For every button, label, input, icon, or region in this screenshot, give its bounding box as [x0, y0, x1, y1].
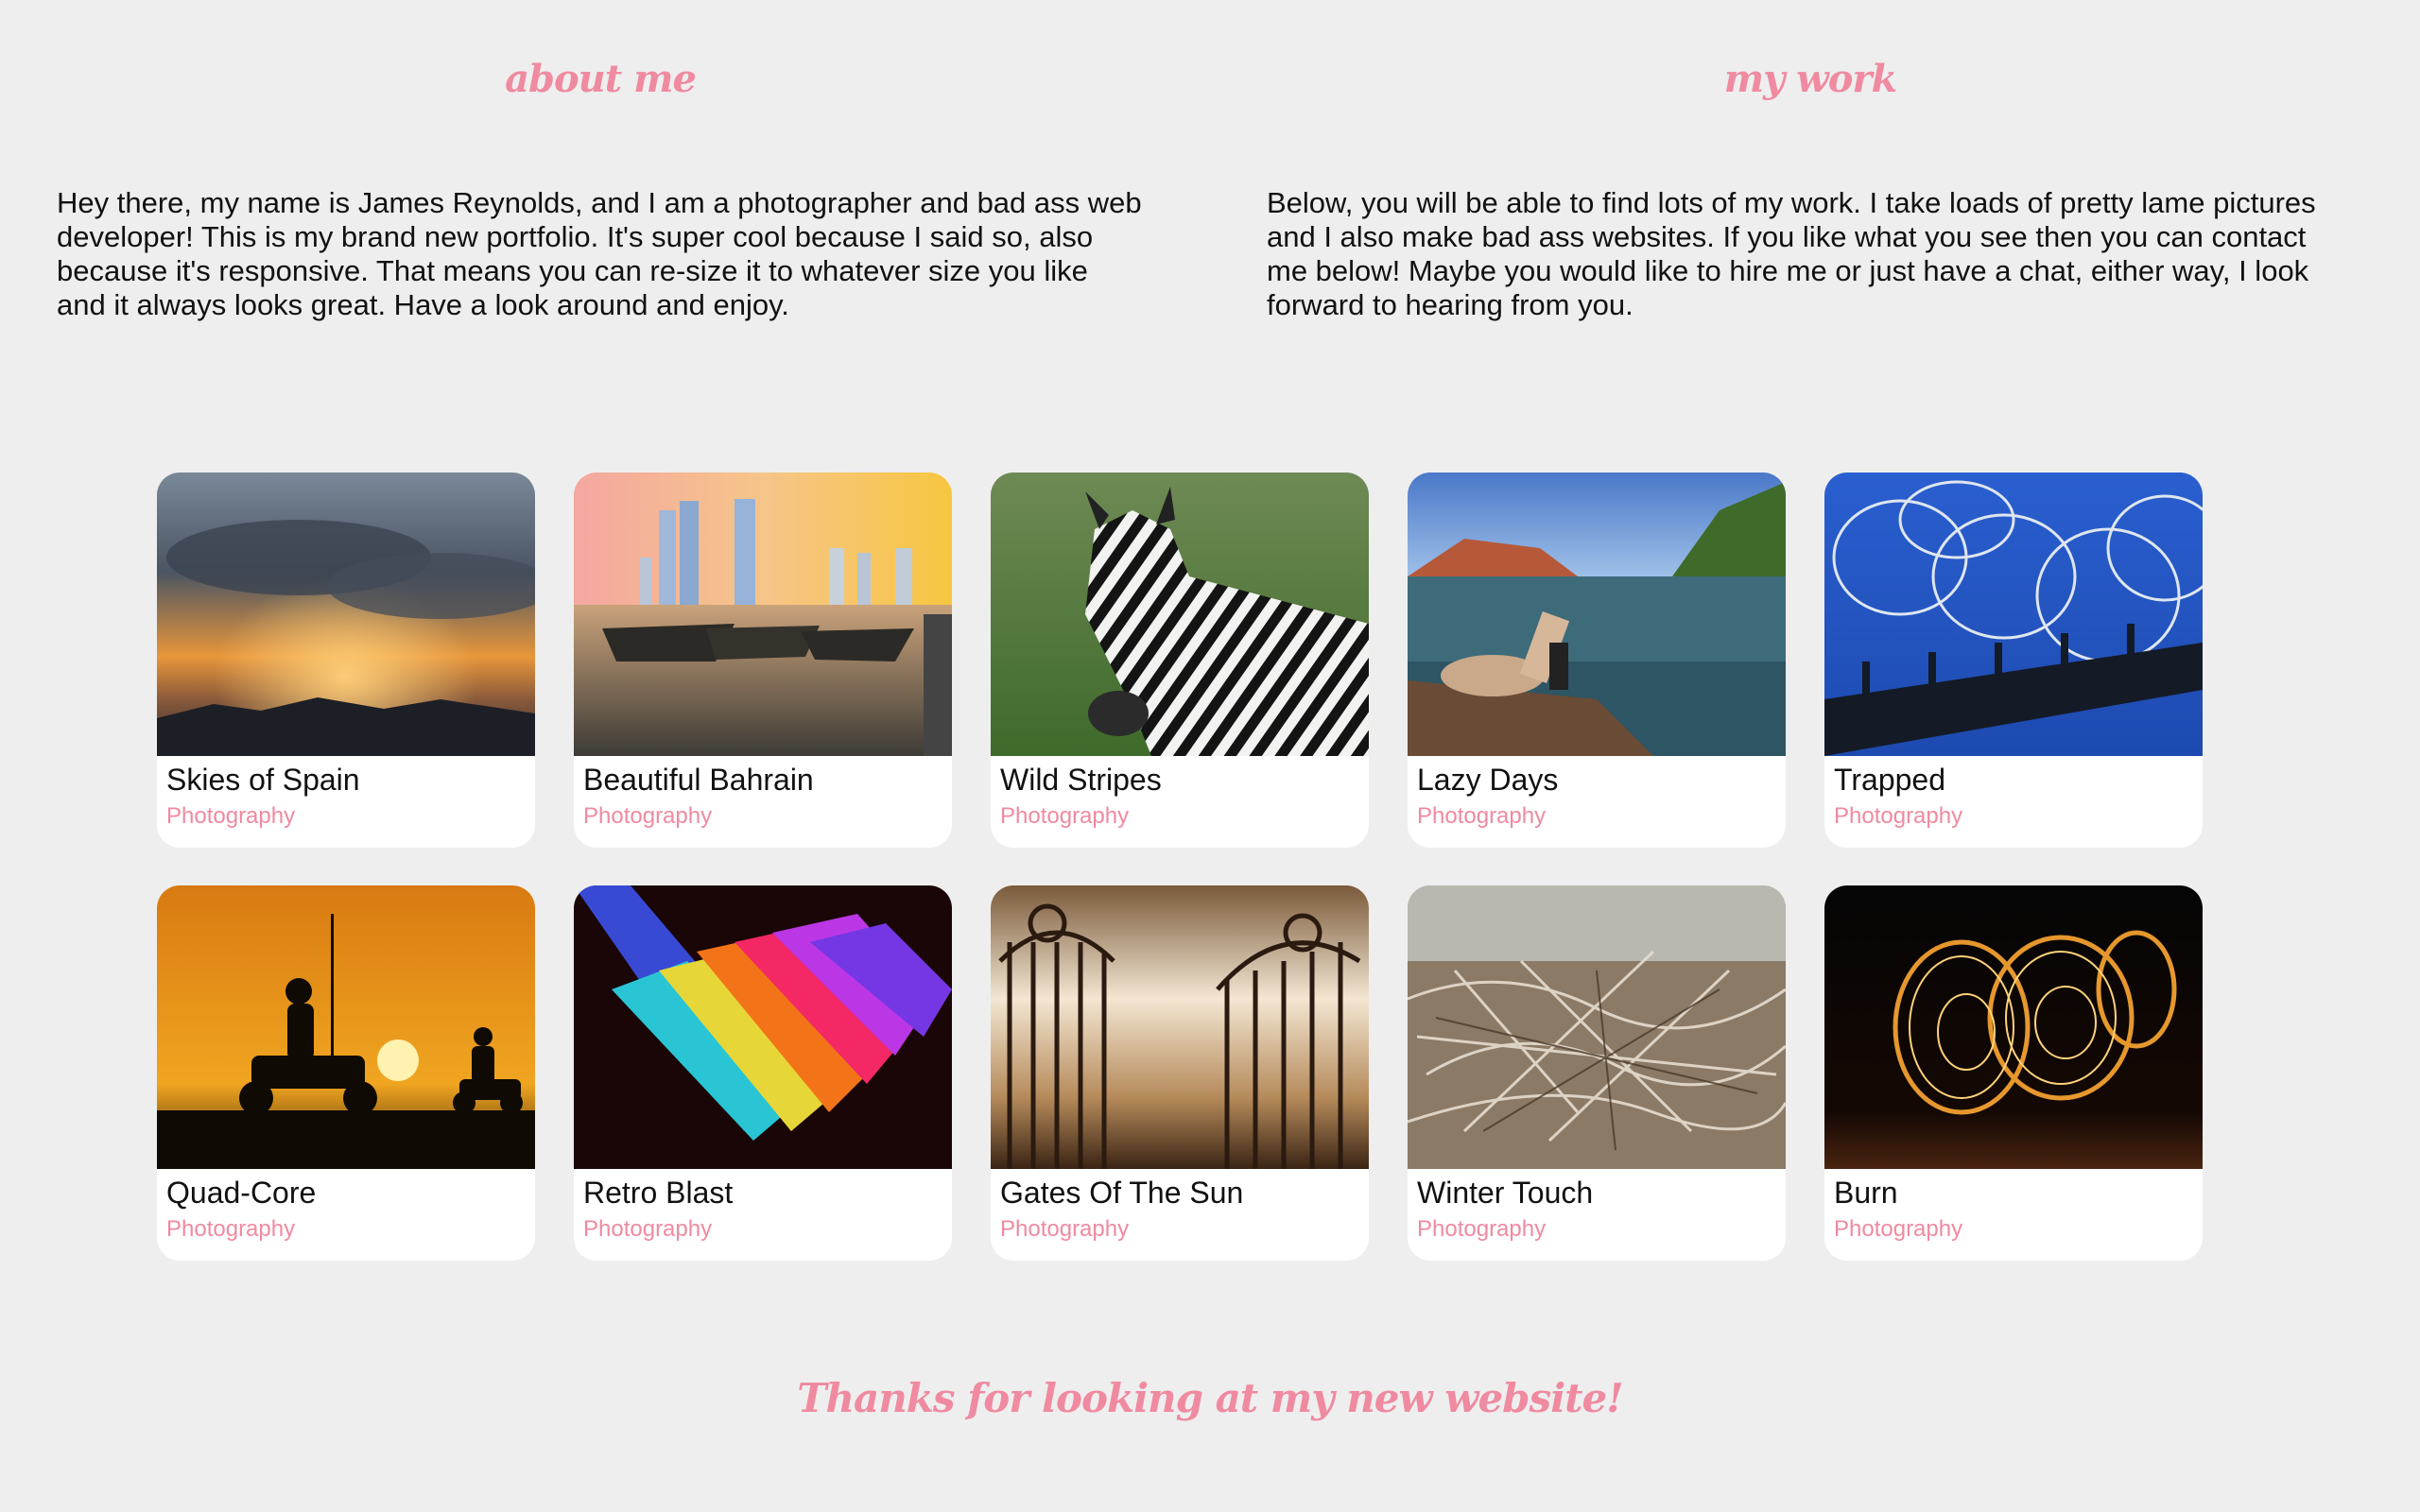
- portfolio-card[interactable]: Trapped Photography: [1824, 472, 2203, 848]
- portfolio-card[interactable]: Beautiful Bahrain Photography: [574, 472, 952, 848]
- sunset-clouds-image[interactable]: [157, 472, 535, 756]
- about-heading: about me: [505, 57, 697, 101]
- dry-branches-image[interactable]: [1408, 885, 1786, 1169]
- card-category[interactable]: Photography: [1834, 1216, 1962, 1243]
- card-category[interactable]: Photography: [1417, 803, 1546, 830]
- harbor-boats-image[interactable]: [574, 472, 952, 756]
- lake-relaxing-image[interactable]: [1408, 472, 1786, 756]
- quad-bike-silhouette-image[interactable]: [157, 885, 535, 1169]
- about-section: about me Hey there, my name is James Rey…: [57, 0, 1144, 321]
- portfolio-card[interactable]: Burn Photography: [1824, 885, 2203, 1261]
- portfolio-card[interactable]: Retro Blast Photography: [574, 885, 952, 1261]
- portfolio-card[interactable]: Skies of Spain Photography: [157, 472, 535, 848]
- about-text: Hey there, my name is James Reynolds, an…: [57, 186, 1142, 321]
- work-heading: my work: [1723, 57, 1897, 101]
- card-category[interactable]: Photography: [1000, 803, 1129, 830]
- card-title: Skies of Spain: [166, 763, 360, 797]
- work-text: Below, you will be able to find lots of …: [1267, 186, 2316, 321]
- card-title: Lazy Days: [1417, 763, 1559, 797]
- neon-abstract-image[interactable]: [574, 885, 952, 1169]
- card-title: Beautiful Bahrain: [583, 763, 814, 797]
- card-category[interactable]: Photography: [583, 803, 712, 830]
- work-section: my work Below, you will be able to find …: [1267, 0, 2354, 321]
- card-title: Gates Of The Sun: [1000, 1176, 1244, 1210]
- fire-spinning-image[interactable]: [1824, 885, 2203, 1169]
- portfolio-grid: Skies of Spain Photography Beautiful Bah…: [157, 472, 2204, 1261]
- iron-gates-image[interactable]: [991, 885, 1369, 1169]
- card-title: Winter Touch: [1417, 1176, 1594, 1210]
- portfolio-card[interactable]: Wild Stripes Photography: [991, 472, 1369, 848]
- card-title: Wild Stripes: [1000, 763, 1162, 797]
- card-title: Burn: [1834, 1176, 1898, 1210]
- portfolio-card[interactable]: Gates Of The Sun Photography: [991, 885, 1369, 1261]
- portfolio-card[interactable]: Lazy Days Photography: [1408, 472, 1786, 848]
- footer-thanks: Thanks for looking at my new website!: [797, 1375, 1623, 1421]
- portfolio-card[interactable]: Quad-Core Photography: [157, 885, 535, 1261]
- card-title: Trapped: [1834, 763, 1945, 797]
- card-title: Quad-Core: [166, 1176, 317, 1210]
- card-category[interactable]: Photography: [1417, 1216, 1546, 1243]
- card-category[interactable]: Photography: [166, 803, 295, 830]
- barbed-wire-fence-image[interactable]: [1824, 472, 2203, 756]
- card-category[interactable]: Photography: [1000, 1216, 1129, 1243]
- card-category[interactable]: Photography: [166, 1216, 295, 1243]
- portfolio-card[interactable]: Winter Touch Photography: [1408, 885, 1786, 1261]
- card-title: Retro Blast: [583, 1176, 734, 1210]
- card-category[interactable]: Photography: [1834, 803, 1962, 830]
- zebra-image[interactable]: [991, 472, 1369, 756]
- card-category[interactable]: Photography: [583, 1216, 712, 1243]
